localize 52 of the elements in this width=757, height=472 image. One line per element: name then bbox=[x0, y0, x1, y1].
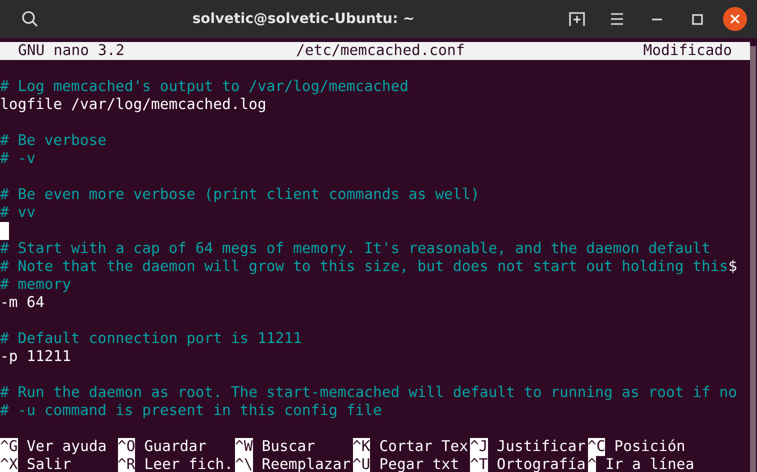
shortcut-label: Guardar bbox=[144, 438, 206, 456]
shortcut-label: Buscar bbox=[262, 438, 316, 456]
config-line: logfile /var/log/memcached.log bbox=[0, 96, 266, 114]
shortcut-label: Ver ayuda bbox=[26, 438, 107, 456]
overflow-mark: $ bbox=[728, 258, 738, 276]
shortcut-key: ^U bbox=[352, 456, 370, 472]
shortcut-label: Reemplazar bbox=[262, 456, 351, 472]
comment-line: # memory bbox=[0, 276, 72, 294]
app-version: GNU nano 3.2 bbox=[18, 42, 126, 60]
comment-line: # vv bbox=[0, 204, 36, 222]
shortcut-key: ^T bbox=[470, 456, 488, 472]
window-title: solvetic@solvetic-Ubuntu: ~ bbox=[191, 11, 416, 27]
shortcut-key: ^X bbox=[0, 456, 18, 472]
maximize-icon bbox=[692, 14, 702, 24]
new-tab-icon bbox=[569, 11, 585, 27]
shortcut-key: ^J bbox=[470, 438, 488, 456]
minimize-icon bbox=[652, 18, 662, 20]
comment-line: # Log memcached's output to /var/log/memcached bbox=[0, 78, 408, 96]
menu-icon bbox=[609, 12, 625, 26]
shortcut-key: ^W bbox=[235, 438, 253, 456]
scrollbar[interactable] bbox=[750, 46, 756, 472]
comment-line: # Start with a cap of 64 megs of memory. It's reasonable, and the daemon default bbox=[0, 240, 710, 258]
comment-line: # Run the daemon as root. The start-memcached will default to running as root if no bbox=[0, 384, 738, 402]
shortcut-label: Cortar Tex bbox=[379, 438, 468, 456]
shortcut-key: ^O bbox=[118, 438, 136, 456]
modified-status: Modificado bbox=[643, 42, 732, 60]
close-button[interactable] bbox=[723, 7, 747, 31]
comment-line: # Note that the daemon will grow to this size, but does not start out holding this bbox=[0, 258, 728, 276]
comment-line: # -u command is present in this config file bbox=[0, 402, 382, 420]
shortcut-key: ^K bbox=[352, 438, 370, 456]
file-path: /etc/memcached.conf bbox=[296, 42, 466, 60]
text-cursor bbox=[0, 222, 9, 240]
search-icon bbox=[21, 10, 39, 28]
config-line: -m 64 bbox=[0, 294, 44, 312]
shortcut-key: ^\ bbox=[235, 456, 253, 472]
comment-line: # -v bbox=[0, 150, 36, 168]
comment-line: # Be even more verbose (print client commands as well) bbox=[0, 186, 480, 204]
shortcut-label: Posición bbox=[614, 438, 686, 456]
config-line: -p 11211 bbox=[0, 348, 72, 366]
comment-line: # Be verbose bbox=[0, 132, 107, 150]
shortcut-key: ^C bbox=[588, 438, 606, 456]
shortcut-key: ^R bbox=[118, 456, 136, 472]
shortcut-label: Leer fich. bbox=[144, 456, 234, 472]
shortcut-label: Salir bbox=[26, 456, 72, 472]
shortcut-label: Pegar txt bbox=[379, 456, 460, 472]
shortcut-key: ^ bbox=[588, 456, 596, 472]
close-icon bbox=[730, 14, 740, 24]
shortcut-label: Ir a línea bbox=[605, 456, 694, 472]
shortcut-label: Justificar bbox=[496, 438, 586, 456]
comment-line: # Default connection port is 11211 bbox=[0, 330, 302, 348]
shortcut-label: Ortografía bbox=[496, 456, 586, 472]
shortcut-key: ^G bbox=[0, 438, 18, 456]
